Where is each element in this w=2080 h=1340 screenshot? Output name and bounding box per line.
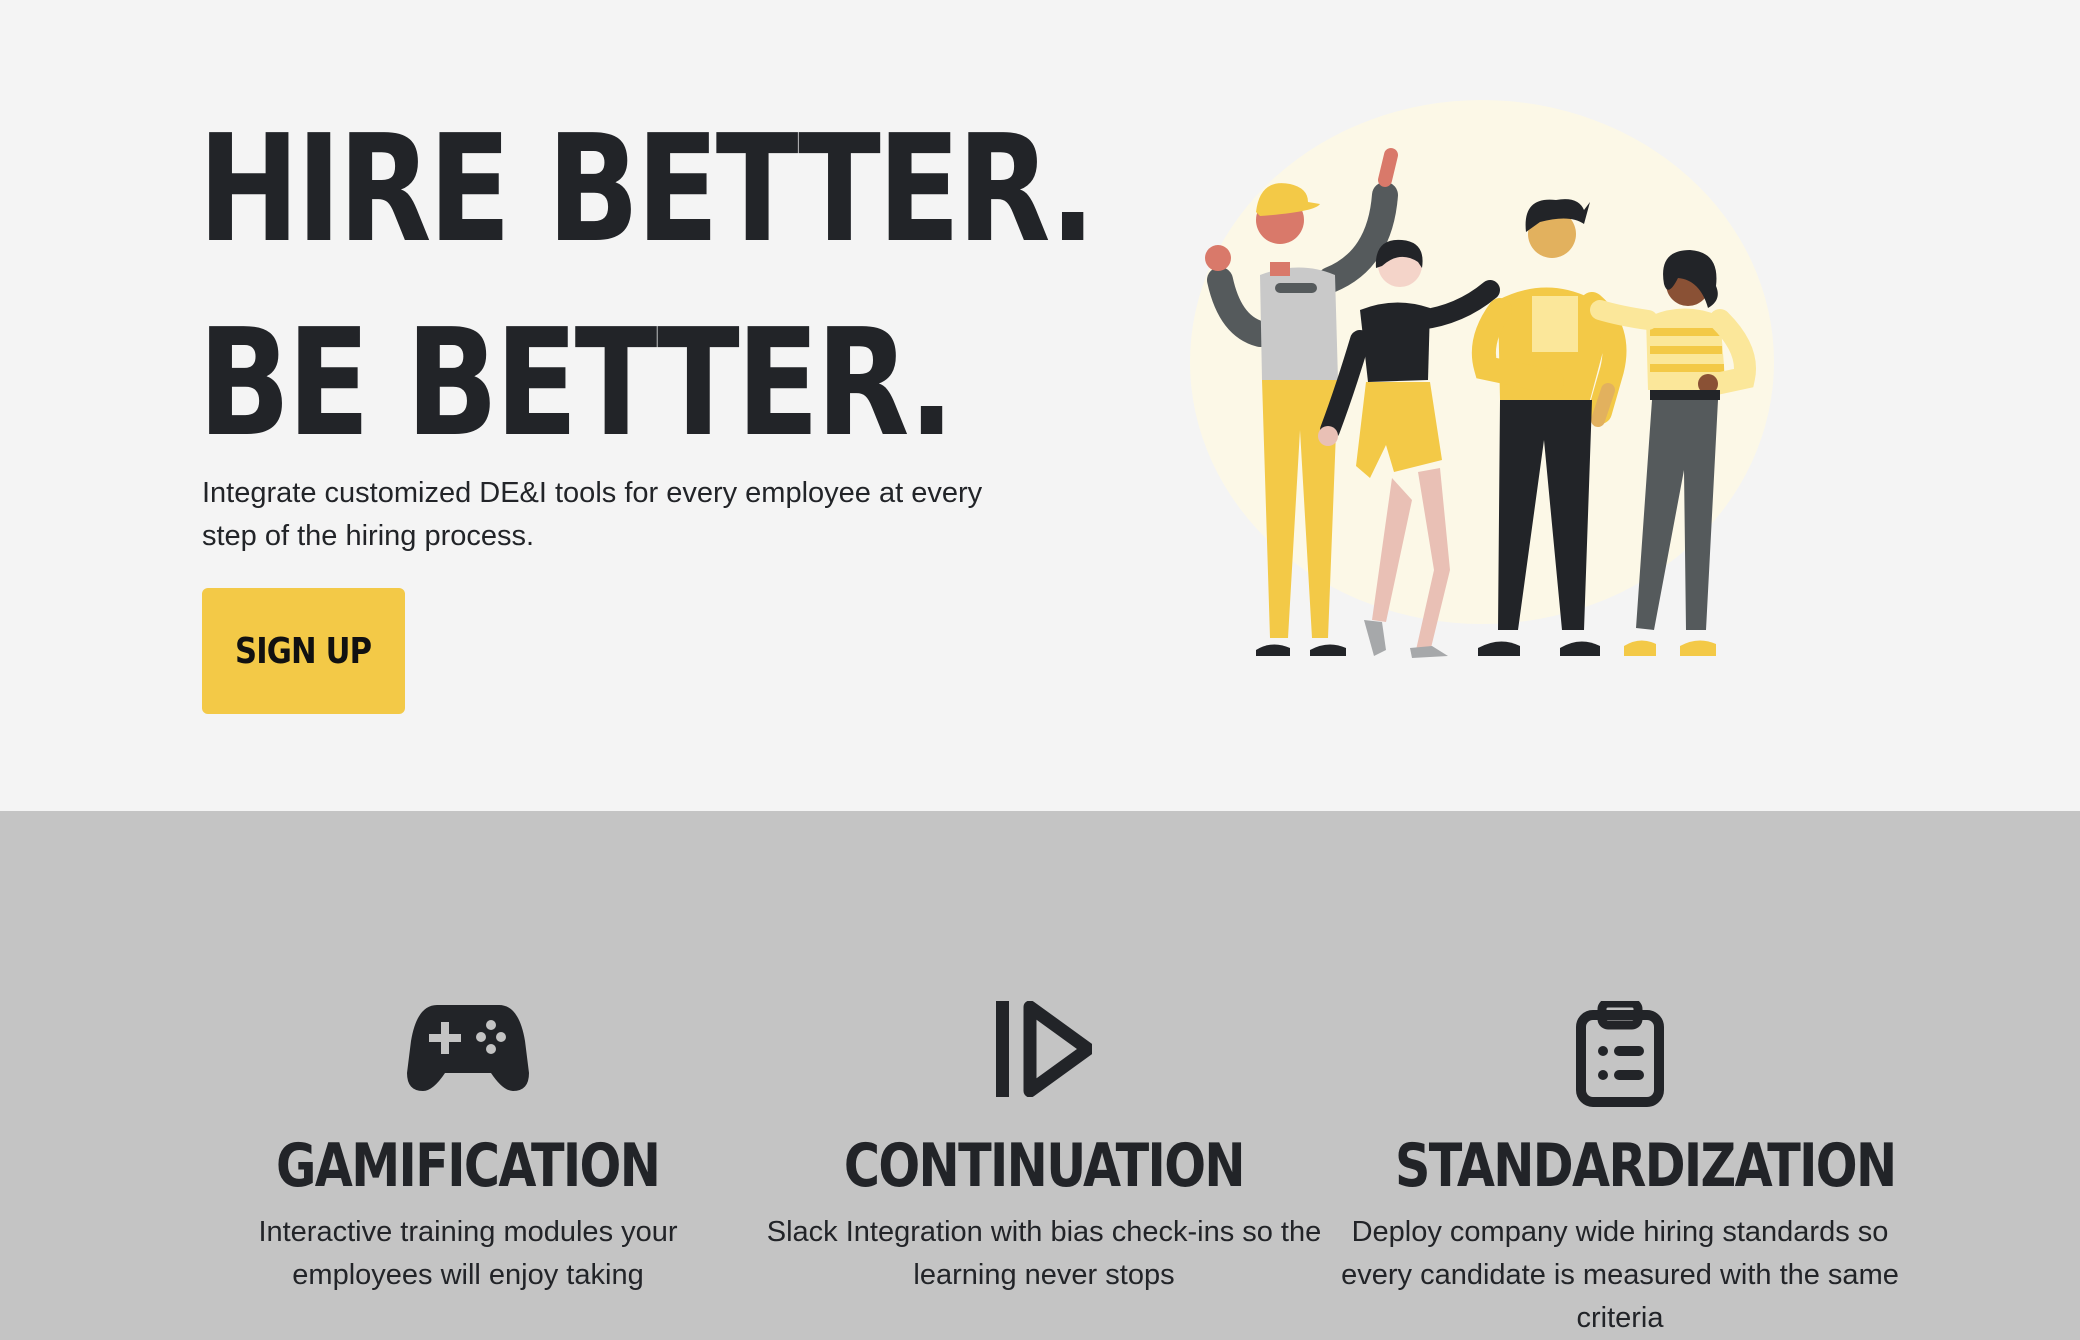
- feature-title: STANDARDIZATION: [1394, 1131, 1897, 1201]
- feature-description: Slack Integration with bias check-ins so…: [766, 1216, 1322, 1291]
- hero-section: HIRE BETTER. BE BETTER. Integrate custom…: [0, 0, 2080, 811]
- features-section: GAMIFICATION Interactive training module…: [0, 811, 2080, 1340]
- clipboard-list-icon: [1340, 1001, 1900, 1121]
- feature-description: Deploy company wide hiring standards so …: [1341, 1216, 1899, 1334]
- sign-up-button[interactable]: SIGN UP: [202, 588, 405, 714]
- headline-line-2: BE BETTER.: [198, 297, 955, 469]
- feature-description: Interactive training modules your employ…: [258, 1216, 678, 1291]
- headline-line-1: HIRE BETTER.: [198, 103, 1096, 275]
- hero-headline: HIRE BETTER. BE BETTER.: [198, 92, 1096, 480]
- play-step-icon: [764, 1001, 1324, 1121]
- gamepad-icon: [188, 1001, 748, 1121]
- sign-up-label: SIGN UP: [235, 630, 372, 672]
- feature-title: CONTINUATION: [843, 1131, 1246, 1201]
- feature-title: GAMIFICATION: [276, 1131, 661, 1201]
- hero-subtitle: Integrate customized DE&I tools for ever…: [202, 477, 983, 552]
- team-illustration: [1190, 100, 1774, 658]
